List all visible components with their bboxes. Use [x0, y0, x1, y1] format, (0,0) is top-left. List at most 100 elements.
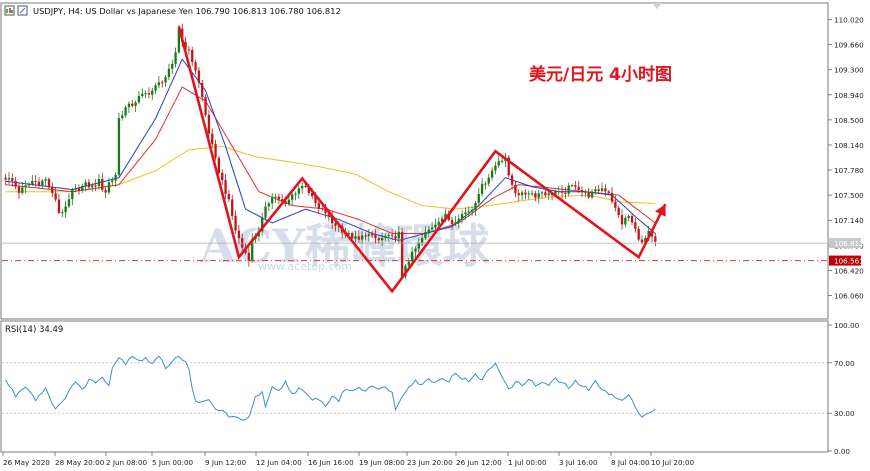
candle-body	[610, 192, 614, 202]
candle-body	[164, 77, 167, 83]
candle-body	[41, 180, 44, 186]
candle-body	[87, 182, 91, 188]
candle-body	[117, 118, 121, 175]
candle-body	[627, 215, 630, 218]
candle-body	[71, 189, 74, 200]
candle-body	[637, 228, 640, 240]
price-tick-label: 110.020	[834, 16, 864, 25]
candle-body	[357, 236, 360, 240]
candle-body	[564, 192, 567, 194]
candle-body	[144, 93, 147, 95]
candle-body	[417, 242, 420, 249]
candle-body	[134, 102, 137, 106]
candle-body	[14, 180, 17, 187]
candle-body	[580, 189, 584, 193]
candle-body	[74, 187, 77, 190]
candle-body	[64, 206, 67, 213]
candle-body	[294, 193, 297, 195]
candle-body	[27, 183, 31, 186]
candle-body	[231, 199, 234, 216]
candle-body	[157, 82, 161, 86]
candle-body	[54, 193, 57, 200]
candle-body	[500, 160, 504, 162]
candle-body	[187, 49, 191, 51]
candle-body	[584, 191, 587, 193]
candle-body	[597, 189, 600, 191]
candle-body	[271, 197, 274, 204]
candle-body	[614, 201, 617, 208]
candle-body	[477, 193, 480, 203]
candle-body	[524, 192, 527, 195]
candle-body	[594, 189, 597, 192]
candle-body	[374, 234, 377, 239]
candle-body	[221, 172, 224, 181]
candle-body	[47, 179, 51, 188]
candle-body	[547, 193, 550, 196]
price-tick-label: 108.140	[834, 141, 864, 150]
candle-body	[124, 107, 127, 116]
candle-body	[291, 194, 294, 200]
candle-body	[147, 93, 151, 95]
candle-body	[567, 185, 570, 194]
candle-body	[527, 193, 530, 195]
candle-body	[334, 223, 337, 227]
candle-body	[114, 174, 117, 181]
price-tick-label: 106.060	[834, 292, 864, 301]
time-tick-label: 5 Jun 00:00	[152, 458, 194, 467]
candle-body	[67, 199, 71, 207]
candle-body	[474, 202, 477, 210]
time-tick-label: 3 Jul 16:00	[559, 458, 598, 467]
candle-body	[234, 215, 237, 231]
candle-body	[227, 193, 231, 200]
candle-body	[317, 203, 321, 209]
candle-body	[497, 161, 500, 166]
chart-canvas: ACY稀峰環球 www.acetop.com 110.020109.660109…	[0, 2, 864, 467]
rsi-tick-label: 0.00	[834, 447, 850, 456]
candle-body	[354, 236, 357, 239]
candle-body	[437, 221, 440, 225]
time-tick-label: 10 Jul 20:00	[651, 458, 695, 467]
rsi-label: RSI(14) 34.49	[5, 325, 63, 335]
candle-body	[161, 82, 164, 84]
candle-body	[530, 193, 534, 195]
price-tick-label: 107.780	[834, 166, 864, 175]
time-tick-label: 8 Jul 04:00	[611, 458, 650, 467]
candle-body	[380, 237, 384, 241]
support-price-label: 106.561	[834, 257, 864, 266]
candle-body	[467, 211, 470, 213]
candle-body	[321, 208, 324, 210]
candle-body	[197, 70, 201, 83]
candle-body	[557, 191, 560, 193]
candle-body	[4, 177, 7, 180]
candle-body	[487, 177, 490, 184]
candle-body	[194, 62, 197, 71]
candle-body	[247, 252, 251, 261]
candle-body	[277, 196, 281, 200]
candle-body	[490, 170, 494, 178]
time-tick-label: 23 Jun 20:00	[407, 458, 453, 467]
candle-body	[301, 185, 304, 189]
candle-body	[420, 238, 424, 243]
candle-body	[514, 184, 517, 194]
candle-body	[390, 235, 394, 237]
candle-body	[97, 178, 101, 186]
price-tick-label: 109.660	[834, 41, 864, 50]
candle-body	[494, 165, 497, 171]
candle-body	[267, 203, 271, 207]
candle-body	[624, 217, 627, 225]
candle-body	[370, 234, 374, 236]
candle-body	[634, 222, 637, 229]
candle-body	[537, 193, 540, 198]
candle-body	[587, 191, 590, 198]
candle-body	[654, 236, 657, 242]
time-tick-label: 16 Jun 16:00	[308, 458, 354, 467]
price-tick-label: 107.500	[834, 191, 864, 200]
candle-body	[237, 230, 241, 239]
price-tick-label: 106.420	[834, 266, 864, 275]
candle-body	[17, 186, 21, 193]
candle-body	[287, 199, 291, 205]
rsi-plot-frame	[0, 320, 829, 453]
candle-body	[480, 183, 484, 194]
candle-body	[414, 248, 417, 252]
candle-body	[407, 261, 410, 266]
